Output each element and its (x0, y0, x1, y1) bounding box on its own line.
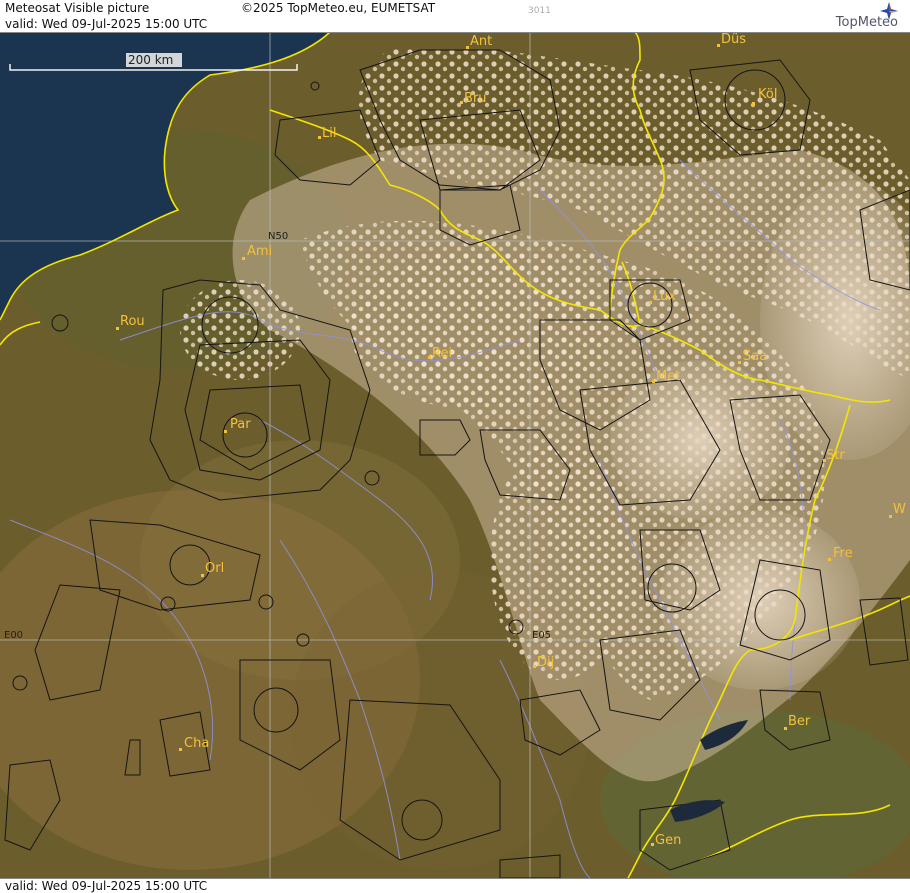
city-label-bru: Bru (464, 91, 487, 106)
city-label-saa: Saa (743, 349, 767, 364)
city-label-rei: Rei (432, 346, 452, 361)
satellite-map[interactable]: N50 E00 E05 200 km Ant Düs Bru Köl Lil A… (0, 32, 910, 878)
city-label-ami: Ami (247, 244, 272, 259)
city-label-cha: Cha (184, 736, 209, 751)
city-label-ber: Ber (788, 714, 811, 729)
grid-label-e05: E05 (532, 630, 551, 641)
city-label-orl: Orl (205, 561, 224, 576)
city-label-lux: Lux (653, 289, 676, 304)
city-label-str: Str (826, 448, 845, 463)
city-label-ant: Ant (470, 34, 492, 49)
city-label-fre: Fre (833, 546, 853, 561)
city-label-kol: Köl (758, 87, 777, 102)
image-title: Meteosat Visible picture (5, 1, 150, 15)
footer-bar: valid: Wed 09-Jul-2025 15:00 UTC (0, 878, 910, 893)
city-label-gen: Gen (655, 833, 681, 848)
city-label-w: W (893, 502, 906, 517)
city-label-rou: Rou (120, 314, 145, 329)
grid-label-e00: E00 (4, 630, 23, 641)
valid-time-top: valid: Wed 09-Jul-2025 15:00 UTC (5, 17, 208, 31)
copyright-text: ©2025 TopMeteo.eu, EUMETSAT (241, 1, 436, 15)
valid-time-bottom: valid: Wed 09-Jul-2025 15:00 UTC (5, 879, 208, 893)
grid-label-n50: N50 (268, 231, 288, 242)
satellite-map-viewer: Meteosat Visible picture valid: Wed 09-J… (0, 0, 910, 893)
topmeteo-logo: TopMeteo (835, 15, 898, 30)
city-label-dij: Dij (537, 655, 554, 670)
image-code: 3011 (528, 6, 551, 16)
scale-label: 200 km (128, 53, 173, 67)
city-label-par: Par (230, 417, 251, 432)
city-label-dus: Düs (721, 32, 746, 47)
header-bar: Meteosat Visible picture valid: Wed 09-J… (0, 0, 910, 33)
city-label-met: Met (656, 369, 680, 384)
city-label-lil: Lil (322, 126, 336, 141)
